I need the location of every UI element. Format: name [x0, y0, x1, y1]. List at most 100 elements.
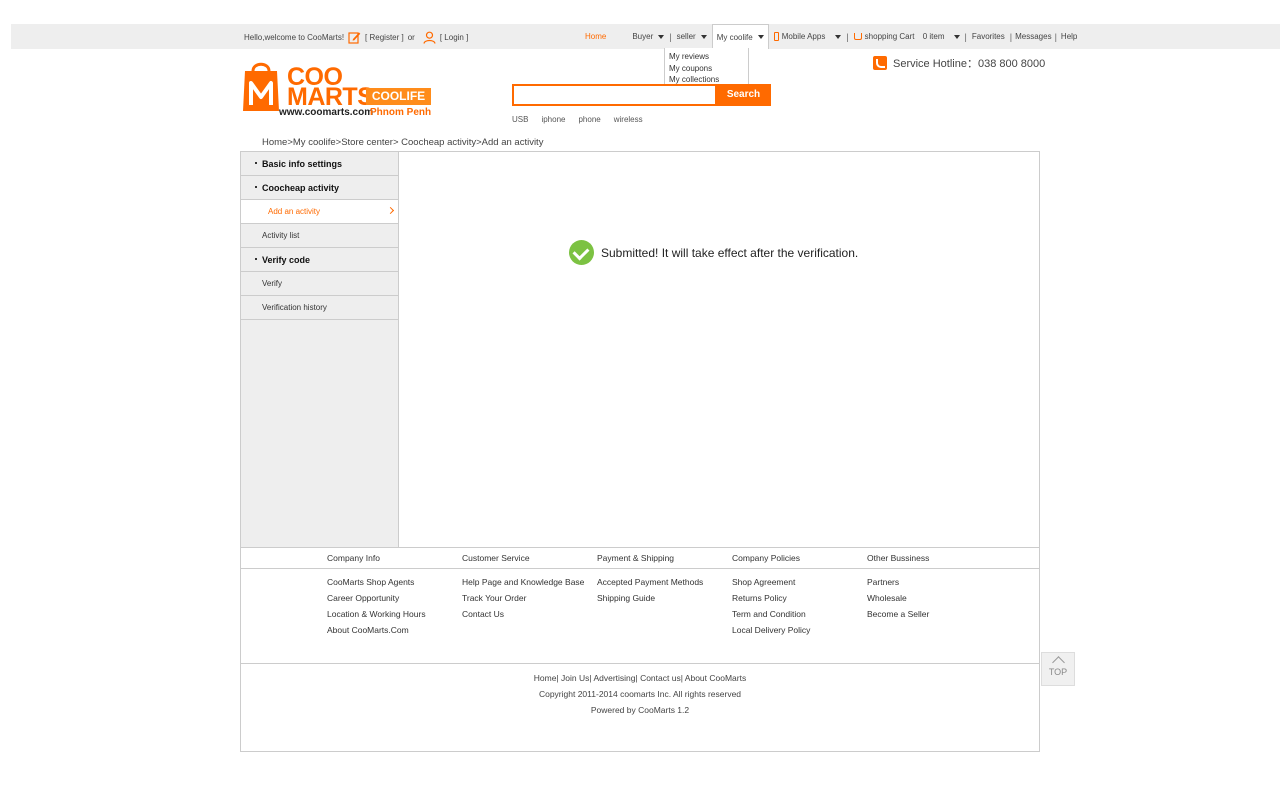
welcome-text: Hello,welcome to CooMarts!: [244, 33, 345, 42]
footer-heading: Payment & Shipping: [597, 553, 675, 563]
nav-seller[interactable]: seller: [672, 32, 712, 41]
footer-link[interactable]: CooMarts Shop Agents: [327, 577, 414, 587]
nav-home[interactable]: Home: [580, 32, 611, 41]
hotline-label: Service Hotline：038 800 8000: [893, 55, 1045, 71]
nav-buyer[interactable]: Buyer: [627, 32, 669, 41]
success-message: Submitted! It will take effect after the…: [569, 240, 858, 265]
sidebar-item-coocheap[interactable]: Coocheap activity: [241, 176, 398, 200]
search-button[interactable]: Search: [716, 84, 771, 106]
footer-bottom-links[interactable]: Home| Join Us| Advertising| Contact us| …: [241, 673, 1039, 683]
service-hotline: Service Hotline：038 800 8000: [873, 55, 1045, 71]
hot-keyword[interactable]: iphone: [541, 115, 565, 124]
nav-cart-label: shopping Cart: [864, 32, 915, 41]
login-link[interactable]: [ Login ]: [440, 33, 468, 42]
hotline-label-text: Service Hotline：: [893, 58, 978, 70]
main-panel: Basic info settings Coocheap activity Ad…: [240, 151, 1040, 548]
nav-mycoolife[interactable]: My coolife: [711, 24, 769, 49]
sidebar-item-verification-history[interactable]: Verification history: [241, 296, 398, 320]
footer-link[interactable]: Returns Policy: [732, 593, 787, 603]
sidebar-item-activity-list[interactable]: Activity list: [241, 224, 398, 248]
register-link[interactable]: [ Register ]: [365, 33, 404, 42]
footer-link[interactable]: Partners: [867, 577, 899, 587]
hot-keyword[interactable]: wireless: [614, 115, 643, 124]
breadcrumb[interactable]: Home>My coolife>Store center> Coocheap a…: [262, 137, 543, 148]
footer-link[interactable]: Career Opportunity: [327, 593, 399, 603]
footer-link[interactable]: Wholesale: [867, 593, 907, 603]
footer-link[interactable]: Term and Condition: [732, 609, 806, 619]
chevron-down-icon: [835, 34, 842, 39]
nav-help[interactable]: Help: [1057, 32, 1081, 41]
powered-by: Powered by CooMarts 1.2: [590, 705, 690, 715]
sidebar-item-basic-info[interactable]: Basic info settings: [241, 152, 398, 176]
copyright: Copyright 2011-2014 coomarts Inc. All ri…: [538, 689, 742, 699]
nav-cart[interactable]: shopping Cart 0 item: [849, 32, 965, 41]
success-message-text: Submitted! It will take effect after the…: [601, 245, 859, 260]
sidebar-item-add-activity[interactable]: Add an activity: [241, 200, 398, 224]
hotline-number: 038 800 8000: [977, 58, 1046, 70]
hot-keywords: USB iphone phone wireless: [512, 115, 643, 124]
footer-headings: Company Info Customer Service Payment & …: [241, 547, 1039, 569]
top-bar: Hello,welcome to CooMarts! [ Register ] …: [11, 24, 1280, 49]
footer-link[interactable]: Help Page and Knowledge Base: [462, 577, 584, 587]
nav-mobile-apps[interactable]: Mobile Apps: [769, 32, 847, 41]
or-text: or: [407, 33, 415, 42]
footer-link[interactable]: Local Delivery Policy: [732, 625, 810, 635]
chevron-down-icon: [658, 34, 665, 39]
dropdown-item-coupons[interactable]: My coupons: [669, 63, 744, 75]
hot-keyword[interactable]: phone: [578, 115, 600, 124]
nav-buyer-label: Buyer: [632, 32, 654, 41]
logo-url: www.coomarts.com: [279, 107, 374, 118]
search-input[interactable]: [512, 84, 717, 106]
sidebar-item-label: Verification history: [262, 303, 327, 312]
footer-link[interactable]: Accepted Payment Methods: [597, 577, 703, 587]
footer-heading: Company Info: [327, 553, 380, 563]
mycoolife-dropdown: My reviews My coupons My collections: [664, 48, 749, 86]
footer-bottom: Home| Join Us| Advertising| Contact us| …: [241, 663, 1039, 751]
chevron-down-icon: [953, 34, 960, 39]
chevron-down-icon: [757, 35, 764, 39]
shopping-bag-logo-icon: [243, 62, 279, 111]
nav-seller-label: seller: [676, 32, 696, 41]
sidebar: Basic info settings Coocheap activity Ad…: [241, 152, 399, 547]
phone-icon: [773, 32, 779, 41]
sidebar-item-label: Verify code: [262, 254, 311, 265]
nav-mobile-apps-label: Mobile Apps: [781, 32, 826, 41]
footer-heading: Company Policies: [732, 553, 801, 563]
logo-city: Phnom Penh: [370, 107, 432, 118]
sidebar-item-verify-code[interactable]: Verify code: [241, 248, 398, 272]
sidebar-item-label: Add an activity: [268, 207, 321, 216]
footer-link[interactable]: Contact Us: [462, 609, 504, 619]
dropdown-item-reviews[interactable]: My reviews: [669, 51, 744, 63]
sidebar-item-label: Activity list: [262, 231, 300, 240]
edit-icon: [348, 32, 361, 44]
phone-icon: [873, 56, 887, 70]
footer-link[interactable]: Become a Seller: [867, 609, 929, 619]
nav-mycoolife-label: My coolife: [716, 32, 753, 42]
chevron-down-icon: [700, 34, 707, 39]
logo-coolife-badge: COOLIFE: [366, 88, 431, 105]
check-circle-icon: [569, 240, 594, 265]
footer-link[interactable]: Shop Agreement: [732, 577, 795, 587]
sidebar-item-label: Basic info settings: [262, 158, 343, 169]
sidebar-item-label: Verify: [262, 279, 283, 288]
top-nav: Home Buyer | seller My coolife Mobile Ap…: [580, 24, 1081, 49]
sidebar-item-label: Coocheap activity: [262, 182, 340, 193]
hot-keyword[interactable]: USB: [512, 115, 528, 124]
footer-link[interactable]: About CooMarts.Com: [327, 625, 409, 635]
sidebar-item-verify[interactable]: Verify: [241, 272, 398, 296]
footer-heading: Customer Service: [462, 553, 530, 563]
cart-icon: [853, 33, 862, 40]
nav-cart-count: 0 item: [922, 32, 945, 41]
footer: Company Info Customer Service Payment & …: [240, 547, 1040, 752]
chevron-right-icon: [386, 206, 395, 215]
footer-link[interactable]: Track Your Order: [462, 593, 526, 603]
footer-link[interactable]: Shipping Guide: [597, 593, 655, 603]
logo[interactable]: COO MARTS COOLIFE www.coomarts.com Phnom…: [243, 61, 433, 119]
back-to-top-button[interactable]: TOP: [1041, 652, 1075, 686]
welcome-area: Hello,welcome to CooMarts! [ Register ] …: [244, 31, 468, 44]
footer-link[interactable]: Location & Working Hours: [327, 609, 426, 619]
nav-favorites[interactable]: Favorites: [967, 32, 1010, 41]
nav-messages[interactable]: Messages: [1012, 32, 1054, 41]
user-icon: [423, 31, 436, 44]
footer-heading: Other Bussiness: [867, 553, 930, 563]
